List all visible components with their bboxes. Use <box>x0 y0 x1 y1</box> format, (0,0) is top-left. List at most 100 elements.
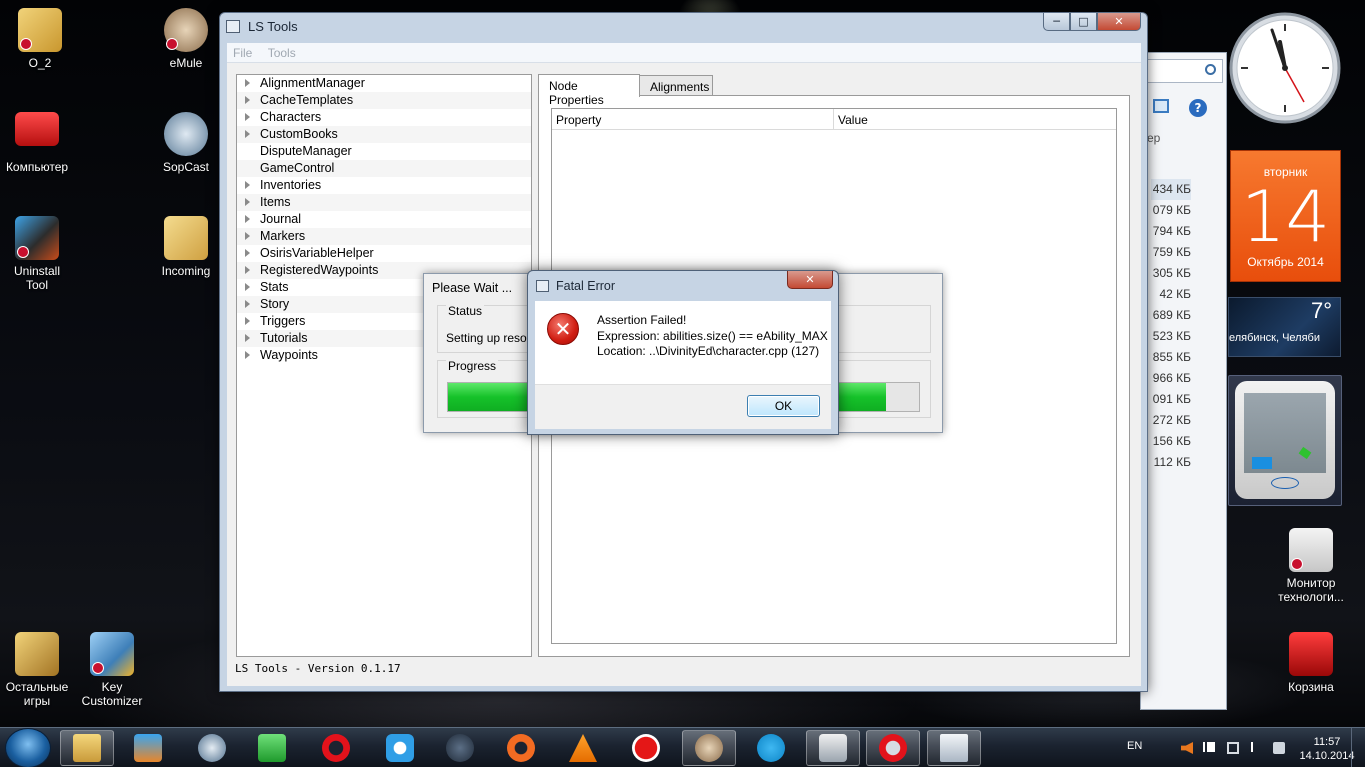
taskbar-monitor-tech[interactable] <box>806 730 860 766</box>
taskbar-origin[interactable] <box>494 730 548 766</box>
expand-arrow-icon[interactable] <box>245 215 250 223</box>
explorer-column-header[interactable]: ер <box>1147 131 1160 145</box>
taskbar-opera-active[interactable] <box>866 730 920 766</box>
expand-arrow-icon[interactable] <box>245 181 250 189</box>
desktop-icon-o2[interactable]: O_2 <box>0 8 80 70</box>
weather-gadget[interactable]: 7° елябинск, Челяби <box>1228 297 1341 357</box>
tree-item[interactable]: CacheTemplates <box>237 92 531 109</box>
clock-gadget[interactable] <box>1228 6 1342 130</box>
expand-arrow-icon[interactable] <box>245 283 250 291</box>
tree-item[interactable]: Items <box>237 194 531 211</box>
taskbar-opera[interactable] <box>309 730 363 766</box>
file-size[interactable]: 759 КБ <box>1151 242 1191 263</box>
file-size[interactable]: 434 КБ <box>1151 179 1191 200</box>
file-size[interactable]: 966 КБ <box>1151 368 1191 389</box>
help-icon[interactable]: ? <box>1189 99 1211 119</box>
language-indicator[interactable]: EN <box>1127 740 1142 752</box>
expand-arrow-icon[interactable] <box>245 351 250 359</box>
view-pane-icon[interactable] <box>1153 99 1175 119</box>
action-center-flag-icon[interactable] <box>1203 742 1215 752</box>
desktop-icon-sopcast[interactable]: SopCast <box>146 112 226 174</box>
file-size[interactable]: 272 КБ <box>1151 410 1191 431</box>
taskbar-explorer[interactable] <box>60 730 114 766</box>
intel-monitor-gadget[interactable] <box>1228 375 1342 506</box>
taskbar-sopcast[interactable] <box>185 730 239 766</box>
desktop-icon-monitor-tech[interactable]: Монитор технологи... <box>1271 528 1351 604</box>
taskbar-media-player[interactable] <box>121 730 175 766</box>
expand-arrow-icon[interactable] <box>245 317 250 325</box>
desktop-icon-recycle-bin[interactable]: Корзина <box>1271 632 1351 694</box>
expand-arrow-icon[interactable] <box>245 266 250 274</box>
desktop-icon-key-customizer[interactable]: Key Customizer <box>72 632 152 708</box>
network-icon[interactable] <box>1227 742 1239 754</box>
calendar-gadget[interactable]: вторник 14 Октябрь 2014 <box>1230 150 1341 282</box>
tree-item[interactable]: GameControl <box>237 160 531 177</box>
taskbar-steam[interactable] <box>433 730 487 766</box>
explorer-search-box[interactable] <box>1141 59 1223 83</box>
background-explorer-window[interactable]: ? ер 434 КБ 079 КБ 794 КБ 759 КБ 305 КБ … <box>1140 52 1227 710</box>
tree-item[interactable]: CustomBooks <box>237 126 531 143</box>
maximize-button[interactable]: □ <box>1070 13 1097 31</box>
tray-clock[interactable]: 11:57 14.10.2014 <box>1298 735 1356 763</box>
desktop-icon-computer[interactable]: Компьютер <box>0 112 77 174</box>
file-size[interactable]: 079 КБ <box>1151 200 1191 221</box>
tree-item[interactable]: Characters <box>237 109 531 126</box>
file-size[interactable]: 112 КБ <box>1151 452 1191 473</box>
minimize-button[interactable]: ─ <box>1043 13 1070 31</box>
usb-device-icon[interactable] <box>1273 742 1285 754</box>
menu-tools[interactable]: Tools <box>262 43 302 60</box>
fatal-error-dialog[interactable]: Fatal Error ✕ ✕ Assertion Failed! Expres… <box>527 270 839 435</box>
file-size[interactable]: 794 КБ <box>1151 221 1191 242</box>
taskbar-vlc[interactable] <box>556 730 610 766</box>
column-header-property[interactable]: Property <box>552 109 834 129</box>
expand-arrow-icon[interactable] <box>245 300 250 308</box>
file-size[interactable]: 42 КБ <box>1151 284 1191 305</box>
taskbar-skype[interactable] <box>744 730 798 766</box>
file-size[interactable]: 689 КБ <box>1151 305 1191 326</box>
desktop-icon-incoming[interactable]: Incoming <box>146 216 226 278</box>
taskbar-emule[interactable] <box>682 730 736 766</box>
taskbar-video-converter[interactable] <box>245 730 299 766</box>
tab-node-properties[interactable]: Node Properties <box>538 74 640 107</box>
expand-arrow-icon[interactable] <box>245 130 250 138</box>
taskbar-uplay[interactable] <box>373 730 427 766</box>
show-desktop-button[interactable] <box>1351 728 1365 767</box>
expand-arrow-icon[interactable] <box>245 232 250 240</box>
taskbar-recorder[interactable] <box>619 730 673 766</box>
taskbar-ls-tools[interactable] <box>927 730 981 766</box>
start-button[interactable] <box>5 728 51 767</box>
expand-arrow-icon[interactable] <box>245 79 250 87</box>
ok-button[interactable]: OK <box>747 395 820 417</box>
file-size[interactable]: 855 КБ <box>1151 347 1191 368</box>
desktop-icon-uninstall-tool[interactable]: Uninstall Tool <box>0 216 77 292</box>
expand-arrow-icon[interactable] <box>245 96 250 104</box>
notification-flag-icon[interactable] <box>1251 742 1263 752</box>
tree-item[interactable]: DisputeManager <box>237 143 531 160</box>
tree-item[interactable]: OsirisVariableHelper <box>237 245 531 262</box>
origin-icon <box>507 734 535 762</box>
file-size[interactable]: 156 КБ <box>1151 431 1191 452</box>
error-message-area: ✕ Assertion Failed! Expression: abilitie… <box>535 301 831 384</box>
tree-item[interactable]: Inventories <box>237 177 531 194</box>
expand-arrow-icon[interactable] <box>245 249 250 257</box>
volume-icon[interactable] <box>1181 742 1193 754</box>
expand-arrow-icon[interactable] <box>245 113 250 121</box>
file-size[interactable]: 305 КБ <box>1151 263 1191 284</box>
file-size[interactable]: 523 КБ <box>1151 326 1191 347</box>
window-titlebar[interactable]: LS Tools ─ □ ✕ <box>220 13 1147 43</box>
menu-file[interactable]: File <box>227 43 258 60</box>
close-button[interactable]: ✕ <box>787 271 833 289</box>
tree-item[interactable]: AlignmentManager <box>237 75 531 92</box>
expand-arrow-icon[interactable] <box>245 198 250 206</box>
close-button[interactable]: ✕ <box>1097 13 1141 31</box>
search-icon[interactable] <box>1205 64 1216 75</box>
desktop-icon-other-games[interactable]: Остальные игры <box>0 632 77 708</box>
tree-item[interactable]: Markers <box>237 228 531 245</box>
expand-arrow-icon[interactable] <box>245 334 250 342</box>
tree-item[interactable]: Journal <box>237 211 531 228</box>
skype-icon <box>757 734 785 762</box>
desktop-icon-emule[interactable]: eMule <box>146 8 226 70</box>
column-header-value[interactable]: Value <box>834 109 872 129</box>
tab-alignments[interactable]: Alignments <box>639 75 713 96</box>
file-size[interactable]: 091 КБ <box>1151 389 1191 410</box>
